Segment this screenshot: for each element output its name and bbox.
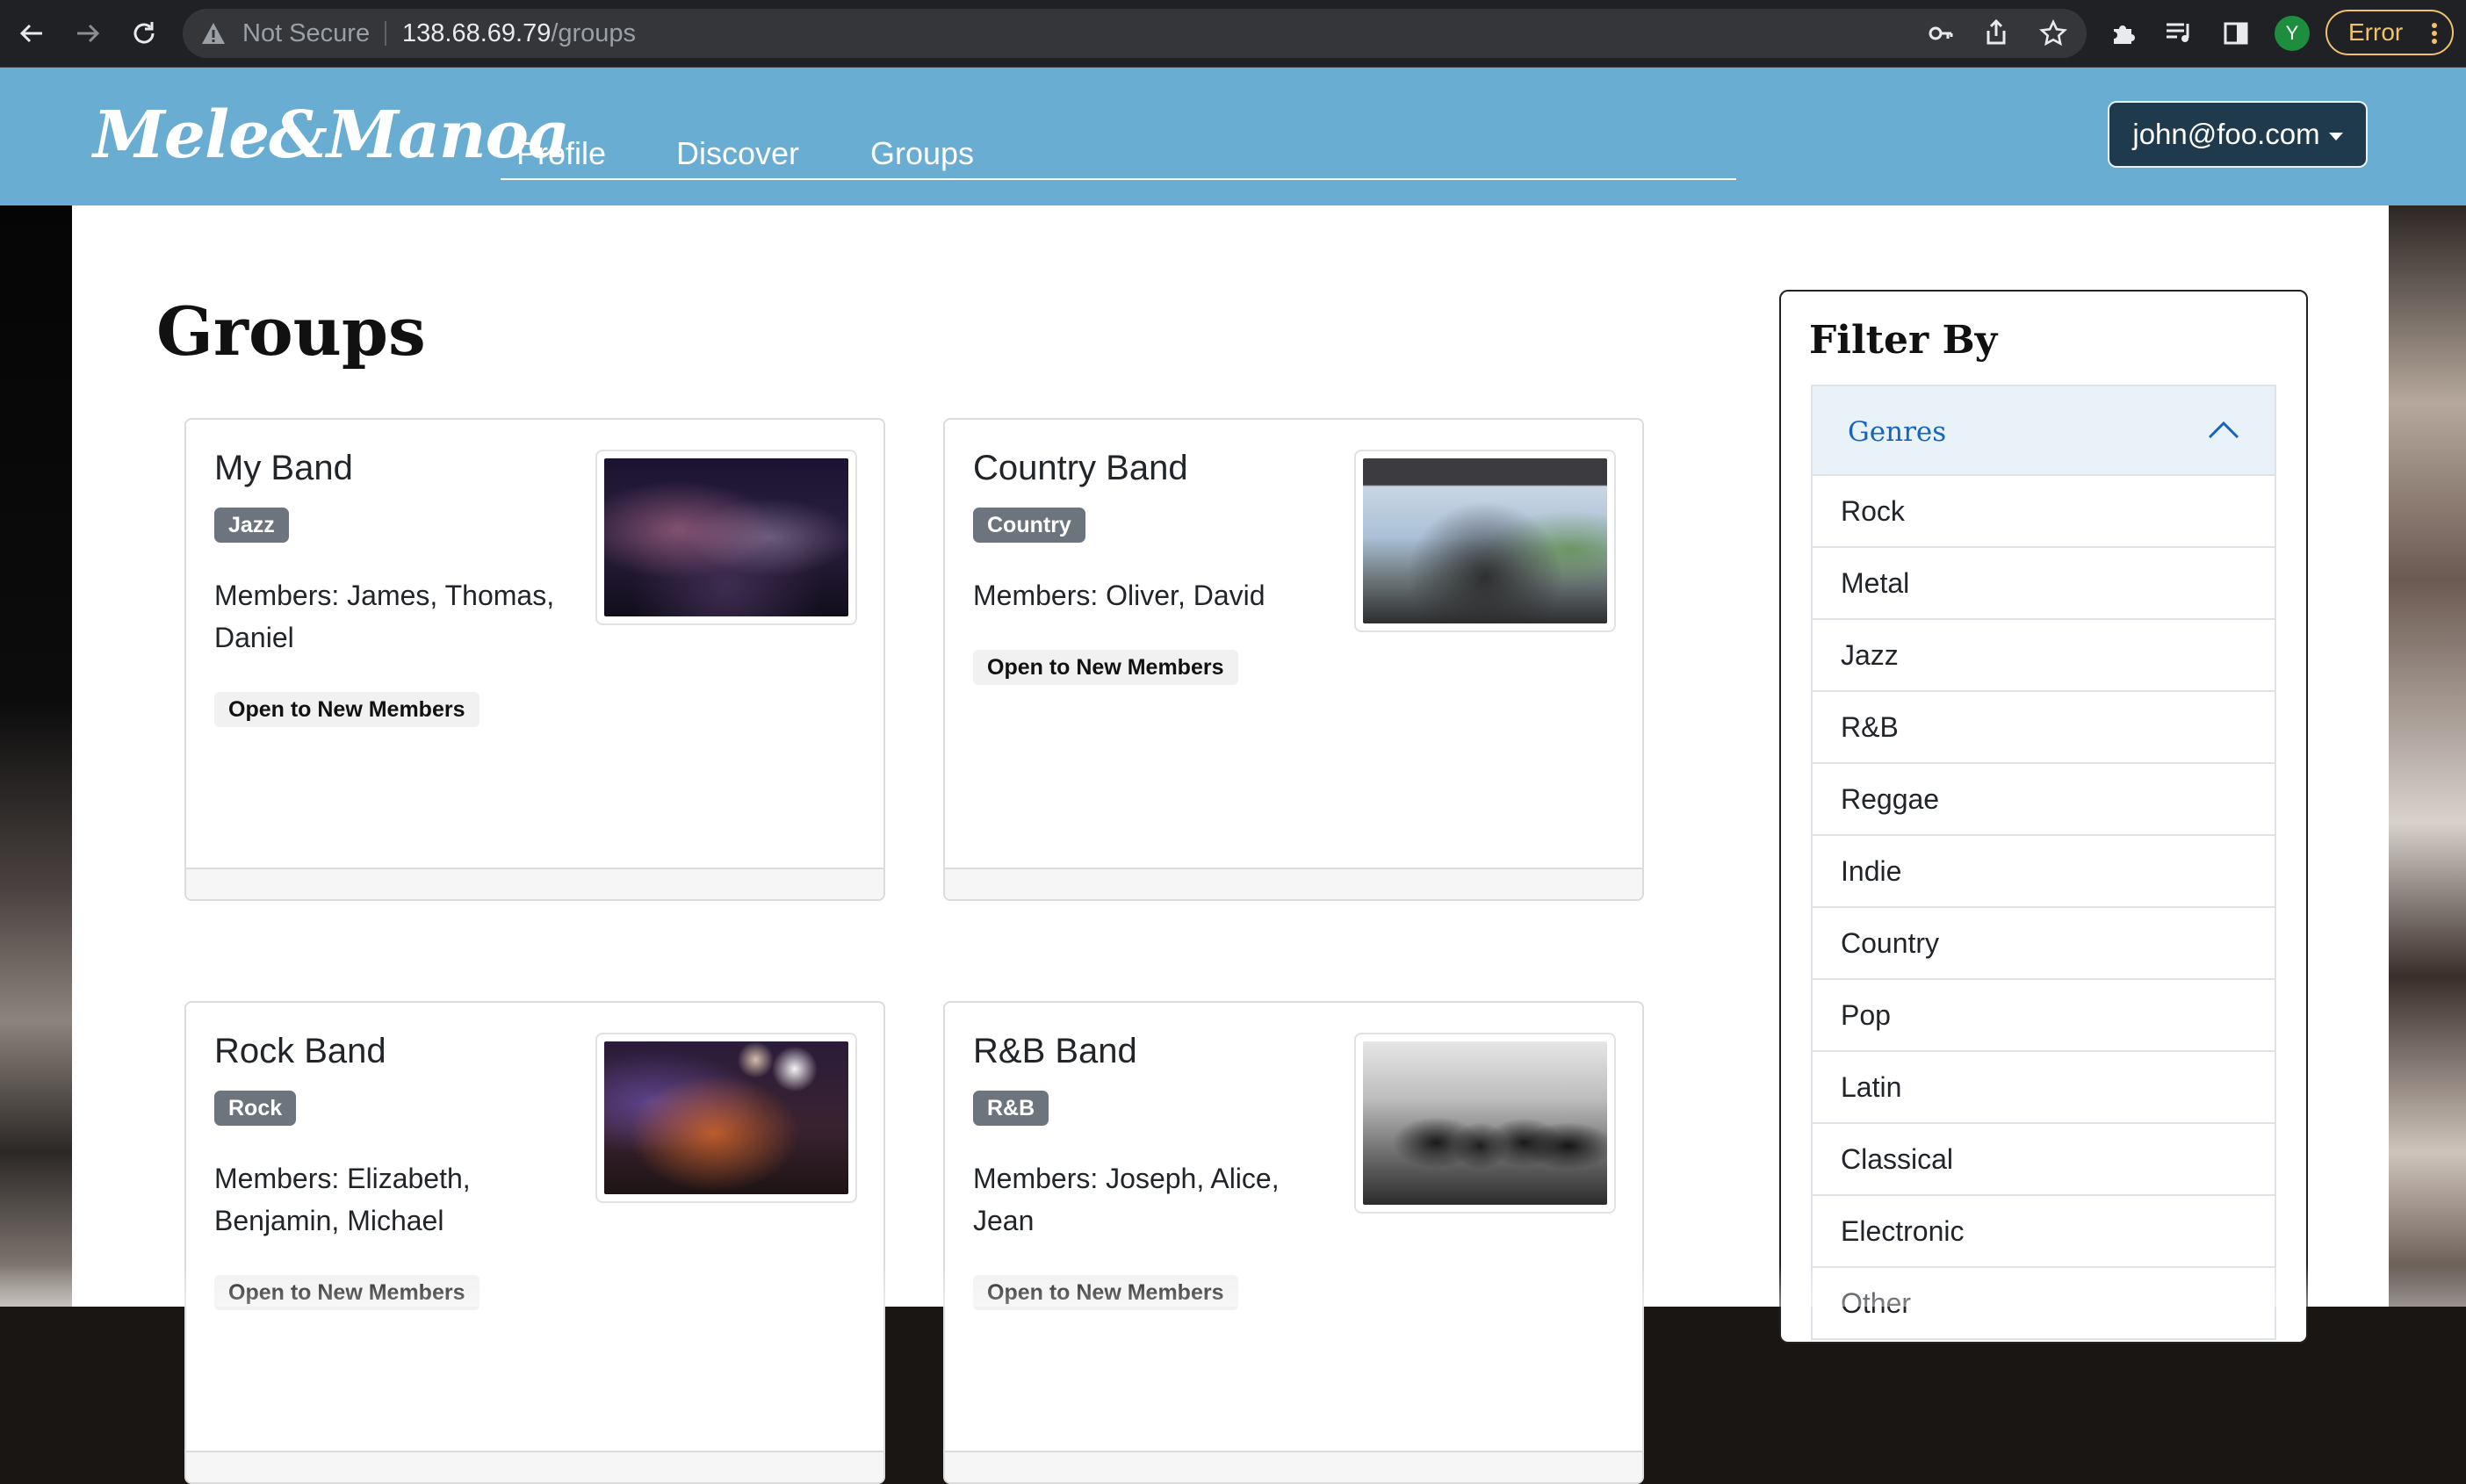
security-label[interactable]: Not Secure — [242, 9, 370, 58]
genres-accordion-toggle[interactable]: Genres — [1811, 385, 2276, 476]
genre-badge: Country — [973, 508, 1085, 543]
genre-badge: Jazz — [214, 508, 289, 543]
url-text[interactable]: 138.68.69.79/groups — [402, 9, 636, 58]
genre-filter-item[interactable]: Rock — [1811, 476, 2276, 548]
group-card[interactable]: Country Band Country Members: Oliver, Da… — [943, 418, 1644, 901]
warning-icon — [200, 21, 227, 46]
group-name: R&B Band — [973, 1032, 1137, 1070]
url-host: 138.68.69.79 — [402, 19, 552, 47]
group-image-frame — [595, 450, 857, 625]
genre-filter-item[interactable]: Country — [1811, 908, 2276, 980]
filter-title: Filter By — [1809, 318, 1998, 363]
group-image-frame — [1354, 450, 1616, 632]
omnibox-divider — [385, 21, 386, 46]
group-card[interactable]: R&B Band R&B Members: Joseph, Alice, Jea… — [943, 1001, 1644, 1484]
genre-filter-item[interactable]: Latin — [1811, 1052, 2276, 1124]
group-image-frame — [1354, 1033, 1616, 1214]
card-footer — [945, 1451, 1642, 1482]
rock-band-photo — [604, 1041, 848, 1194]
nav-link-discover[interactable]: Discover — [676, 129, 799, 178]
error-label: Error — [2348, 18, 2404, 46]
profile-avatar[interactable]: Y — [2275, 16, 2310, 51]
address-bar[interactable]: Not Secure 138.68.69.79/groups — [183, 9, 2087, 58]
user-dropdown-button[interactable]: john@foo.com — [2108, 101, 2368, 168]
more-vert-icon — [2431, 22, 2438, 45]
membership-status-badge: Open to New Members — [973, 650, 1238, 685]
share-icon[interactable] — [1985, 19, 2008, 46]
app-navbar: Mele&Manoa Profile Discover Groups john@… — [0, 68, 2466, 205]
jazz-band-photo — [604, 458, 848, 616]
accordion-label: Genres — [1848, 416, 1947, 448]
genre-list: Rock Metal Jazz R&B Reggae Indie Country Pop Lat… — [1811, 476, 2276, 1340]
group-members: Members: James, Thomas, Daniel — [214, 580, 555, 653]
browser-error-button[interactable]: Error — [2325, 10, 2454, 55]
card-footer — [945, 868, 1642, 899]
membership-status-badge: Open to New Members — [214, 1275, 480, 1310]
caret-down-icon — [2328, 132, 2343, 140]
media-queue-icon[interactable] — [2162, 16, 2197, 51]
browser-toolbar: Not Secure 138.68.69.79/groups Y Error — [0, 0, 2466, 68]
group-members: Members: Elizabeth, Benjamin, Michael — [214, 1163, 471, 1236]
genre-filter-item[interactable]: Indie — [1811, 836, 2276, 908]
extensions-puzzle-icon[interactable] — [2106, 16, 2141, 51]
back-arrow-icon[interactable] — [14, 16, 49, 51]
group-members: Members: Joseph, Alice, Jean — [973, 1163, 1280, 1236]
genre-filter-item[interactable]: Electronic — [1811, 1196, 2276, 1268]
user-email: john@foo.com — [2132, 118, 2320, 150]
country-band-photo — [1363, 458, 1607, 623]
background-photo-left — [0, 205, 72, 1307]
nav-link-groups[interactable]: Groups — [870, 129, 974, 178]
nav-links: Profile Discover Groups — [501, 129, 1736, 180]
key-icon[interactable] — [1929, 23, 1953, 44]
membership-status-badge: Open to New Members — [973, 1275, 1238, 1310]
url-path: /groups — [551, 19, 637, 47]
genre-filter-item[interactable]: Classical — [1811, 1124, 2276, 1196]
group-name: Rock Band — [214, 1032, 386, 1070]
genre-filter-item[interactable]: Pop — [1811, 980, 2276, 1052]
main-container: Groups My Band Jazz Members: James, Thom… — [72, 205, 2389, 1484]
group-image-frame — [595, 1033, 857, 1203]
chevron-up-icon — [2208, 420, 2239, 443]
genre-filter-item[interactable]: Other — [1811, 1268, 2276, 1340]
group-card[interactable]: My Band Jazz Members: James, Thomas, Dan… — [184, 418, 885, 901]
genre-filter-item[interactable]: Reggae — [1811, 764, 2276, 836]
bookmark-star-icon[interactable] — [2039, 19, 2067, 47]
group-members: Members: Oliver, David — [973, 580, 1265, 611]
genre-filter-item[interactable]: R&B — [1811, 692, 2276, 764]
filter-panel: Filter By Genres Rock Metal Jazz R&B Reggae I… — [1779, 290, 2308, 1344]
side-panel-icon[interactable] — [2218, 16, 2253, 51]
genre-filter-item[interactable]: Jazz — [1811, 620, 2276, 692]
nav-link-profile[interactable]: Profile — [516, 129, 606, 178]
membership-status-badge: Open to New Members — [214, 692, 480, 727]
forward-arrow-icon[interactable] — [70, 16, 105, 51]
card-footer — [186, 868, 883, 899]
card-footer — [186, 1451, 883, 1482]
genre-badge: Rock — [214, 1091, 297, 1126]
group-name: Country Band — [973, 449, 1188, 487]
reload-icon[interactable] — [126, 16, 162, 51]
group-name: My Band — [214, 449, 353, 487]
genre-badge: R&B — [973, 1091, 1049, 1126]
group-card[interactable]: Rock Band Rock Members: Elizabeth, Benja… — [184, 1001, 885, 1484]
brand-logo[interactable]: Mele&Manoa — [93, 87, 570, 184]
page-title: Groups — [156, 292, 426, 371]
background-photo-right — [2389, 205, 2466, 1307]
rnb-band-photo — [1363, 1041, 1607, 1205]
genre-filter-item[interactable]: Metal — [1811, 548, 2276, 620]
